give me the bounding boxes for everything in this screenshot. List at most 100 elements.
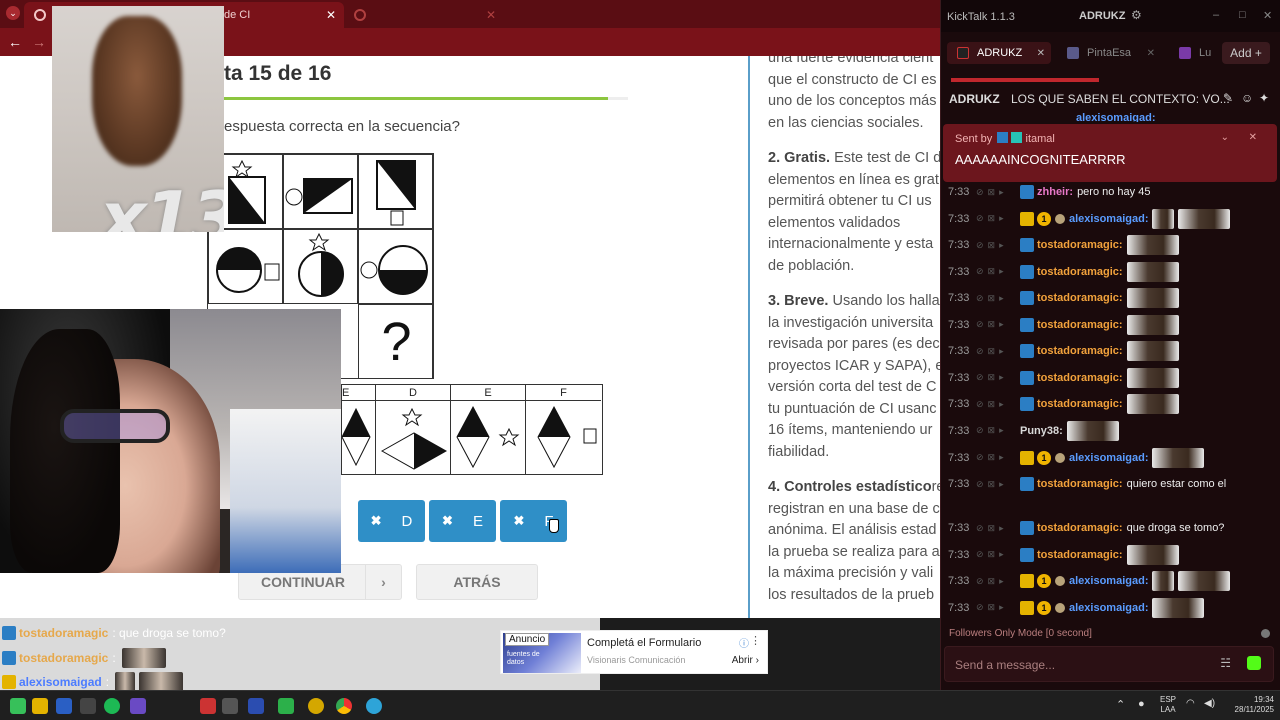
back-button[interactable]: ATRÁS	[416, 564, 538, 600]
language-indicator[interactable]: ESP LAA	[1160, 695, 1176, 715]
emote-picker-icon[interactable]: ☵	[1220, 656, 1231, 670]
message-username[interactable]: tostadoramagic:	[1037, 319, 1123, 331]
message-username[interactable]: tostadoramagic:	[1037, 522, 1123, 534]
message-actions-icon[interactable]: ⊘⊠▸	[976, 213, 1020, 224]
app-icon[interactable]	[308, 698, 324, 714]
pinned-sender-name: itamal	[1025, 133, 1055, 145]
question-mark: ?	[381, 312, 412, 372]
message-actions-icon[interactable]: ⊘⊠▸	[976, 293, 1020, 304]
ad-banner[interactable]: fuentes de datos Anuncio Completá el For…	[500, 630, 768, 674]
user-icon[interactable]: ☺	[1241, 91, 1253, 105]
ad-info-icon[interactable]: ⓘ	[739, 635, 749, 650]
close-window-icon[interactable]: ✕	[1263, 9, 1272, 22]
message-actions-icon[interactable]: ⊘⊠▸	[976, 346, 1020, 357]
article-heading: 4. Controles estadístico	[768, 479, 932, 495]
wifi-icon[interactable]: ◠	[1186, 698, 1195, 709]
forward-arrow-icon[interactable]: →	[32, 34, 46, 50]
message-username[interactable]: alexisomaigad:	[1069, 575, 1148, 587]
channel-tab-pintaesa[interactable]: PintaEsa ✕	[1057, 42, 1161, 64]
tab-close-icon[interactable]: ✕	[486, 8, 496, 22]
ad-menu-icon[interactable]: ⋮	[750, 634, 761, 647]
message-username[interactable]: tostadoramagic:	[1037, 239, 1123, 251]
kick-emote-icon[interactable]	[1247, 656, 1261, 670]
answer-button-e[interactable]: ✖ E	[429, 500, 496, 542]
message-actions-icon[interactable]: ⊘⊠▸	[976, 576, 1020, 587]
channel-tab-adrukz[interactable]: ADRUKZ ✕	[947, 42, 1051, 64]
message-username[interactable]: tostadoramagic:	[1037, 292, 1123, 304]
channel-avatar-icon	[1067, 47, 1079, 59]
message-actions-icon[interactable]: ⊘⊠▸	[976, 372, 1020, 383]
add-channel-button[interactable]: Add +	[1222, 42, 1270, 64]
expand-chevron-icon[interactable]: ⌄	[1221, 132, 1229, 143]
message-username[interactable]: tostadoramagic:	[1037, 266, 1123, 278]
article-line: de población.	[768, 256, 940, 278]
message-actions-icon[interactable]: ⊘⊠▸	[976, 399, 1020, 410]
stream-progress-indicator	[951, 78, 1099, 82]
message-username[interactable]: tostadoramagic:	[1037, 398, 1123, 410]
minimize-icon[interactable]: –	[1213, 9, 1219, 21]
app-icon[interactable]	[248, 698, 264, 714]
message-username[interactable]: zhheir:	[1037, 186, 1073, 198]
message-username[interactable]: alexisomaigad:	[1069, 452, 1148, 464]
message-username[interactable]: alexisomaigad:	[1069, 213, 1148, 225]
unpin-icon[interactable]: ✕	[1249, 132, 1257, 143]
app-icon[interactable]	[56, 698, 72, 714]
app-icon[interactable]	[130, 698, 146, 714]
channel-tab-third[interactable]: Lu	[1169, 42, 1219, 64]
message-time: 7:33	[948, 186, 970, 198]
pin-icon[interactable]: ✦	[1259, 91, 1269, 105]
app-icon[interactable]	[222, 698, 238, 714]
message-username[interactable]: alexisomaigad:	[1069, 602, 1148, 614]
message-username[interactable]: Puny38:	[1020, 425, 1063, 437]
app-icon[interactable]	[200, 698, 216, 714]
tab-label: de CI	[224, 9, 251, 21]
tab-second[interactable]: ✕	[344, 2, 504, 28]
microphone-icon[interactable]: ●	[1138, 698, 1145, 710]
article-line: que el constructo de CI es	[768, 71, 937, 88]
answer-button-d[interactable]: ✖ D	[358, 500, 425, 542]
message-actions-icon[interactable]: ⊘⊠▸	[976, 319, 1020, 330]
ad-tag: Anuncio	[505, 633, 550, 646]
emote-image	[1126, 544, 1179, 565]
message-username[interactable]: tostadoramagic:	[1037, 372, 1123, 384]
tab-close-icon[interactable]: ✕	[326, 8, 336, 22]
clock[interactable]: 19:34 28/11/2025	[1224, 695, 1274, 715]
rocket-icon[interactable]: ✎	[1223, 91, 1233, 105]
message-username[interactable]: tostadoramagic:	[1037, 478, 1123, 490]
message-actions-icon[interactable]: ⊘⊠▸	[976, 523, 1020, 534]
maximize-icon[interactable]: □	[1239, 9, 1246, 21]
app-icon[interactable]	[80, 698, 96, 714]
chrome-icon[interactable]	[336, 698, 352, 714]
start-icon[interactable]	[10, 698, 26, 714]
message-actions-icon[interactable]: ⊘⊠▸	[976, 240, 1020, 251]
info-icon[interactable]	[1261, 629, 1270, 638]
tab-close-icon[interactable]: ✕	[1147, 48, 1155, 59]
current-user[interactable]: ADRUKZ	[1079, 10, 1125, 22]
message-actions-icon[interactable]: ⊘⊠▸	[976, 479, 1020, 490]
spotify-icon[interactable]	[104, 698, 120, 714]
message-actions-icon[interactable]: ⊘⊠▸	[976, 425, 1020, 436]
message-actions-icon[interactable]: ⊘⊠▸	[976, 549, 1020, 560]
message-username[interactable]: tostadoramagic:	[1037, 549, 1123, 561]
app-icon[interactable]	[278, 698, 294, 714]
message-actions-icon[interactable]: ⊘⊠▸	[976, 187, 1020, 198]
volume-icon[interactable]: ◀)	[1204, 698, 1215, 709]
channel-avatar-icon	[957, 47, 969, 59]
tray-chevron-icon[interactable]: ⌃	[1116, 698, 1125, 711]
question-title: ta 15 de 16	[224, 62, 332, 85]
app-icon[interactable]	[32, 698, 48, 714]
article-section: 4. Controles estadísticoresultados de la…	[768, 477, 940, 606]
ad-open-label: Abrir	[731, 655, 753, 666]
tab-menu-icon[interactable]: ⌄	[6, 6, 20, 20]
back-arrow-icon[interactable]: ←	[8, 34, 22, 50]
settings-gear-icon[interactable]: ⚙	[1131, 8, 1142, 22]
message-actions-icon[interactable]: ⊘⊠▸	[976, 452, 1020, 463]
message-actions-icon[interactable]: ⊘⊠▸	[976, 602, 1020, 613]
message-actions-icon[interactable]: ⊘⊠▸	[976, 266, 1020, 277]
chat-input[interactable]: Send a message... ☵	[944, 646, 1274, 682]
article-line: 16 ítems, manteniendo ur	[768, 420, 940, 442]
message-username[interactable]: tostadoramagic:	[1037, 345, 1123, 357]
app-icon[interactable]	[366, 698, 382, 714]
tab-close-icon[interactable]: ✕	[1037, 48, 1045, 59]
ad-open-button[interactable]: Abrir ›	[732, 655, 759, 666]
